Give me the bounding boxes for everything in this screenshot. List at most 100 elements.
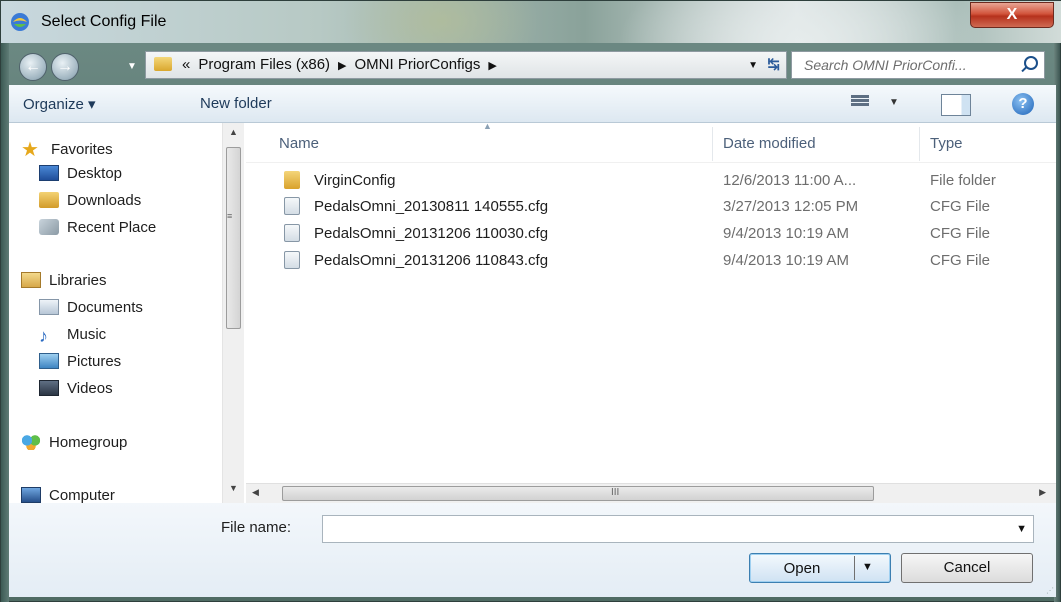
file-name: VirginConfig (314, 172, 396, 189)
nav-item-label: Pictures (67, 353, 122, 370)
breadcrumb-separator-icon[interactable]: ▶ (488, 60, 496, 72)
address-dropdown-icon[interactable]: ▼ (748, 53, 758, 79)
nav-item-music[interactable]: ♪ Music (39, 326, 106, 348)
preview-pane-icon[interactable] (941, 94, 971, 116)
file-name-dropdown-icon[interactable]: ▼ (1016, 523, 1027, 535)
nav-item-desktop[interactable]: Desktop (39, 165, 122, 187)
nav-item-pictures[interactable]: Pictures (39, 353, 121, 375)
file-type: CFG File (930, 225, 990, 242)
nav-pane-scrollbar[interactable]: ▲ ≡ ▼ (222, 123, 244, 503)
command-bar: Organize ▾ New folder ▼ ? (9, 85, 1056, 123)
nav-scroll-thumb[interactable] (226, 147, 241, 329)
nav-item-downloads[interactable]: Downloads (39, 192, 141, 214)
new-folder-button[interactable]: New folder (200, 95, 272, 112)
file-row-cfg-1[interactable]: PedalsOmni_20130811 140555.cfg 3/27/2013… (246, 193, 1056, 219)
split-divider (854, 556, 855, 580)
libraries-icon (21, 272, 41, 288)
search-placeholder: Search OMNI PriorConfi... (804, 57, 967, 73)
videos-icon (39, 380, 59, 396)
search-icon[interactable] (1024, 56, 1038, 70)
file-type: CFG File (930, 198, 990, 215)
dialog-footer: File name: ▼ Open ▼ Cancel ⋰ (9, 503, 1056, 597)
desktop-icon (39, 165, 59, 181)
refresh-icon[interactable]: ↹ (767, 52, 780, 78)
nav-item-documents[interactable]: Documents (39, 299, 143, 321)
file-name: PedalsOmni_20131206 110843.cfg (314, 252, 549, 269)
scroll-up-arrow-icon[interactable]: ▲ (229, 127, 238, 137)
address-row: ← → ▼ « Program Files (x86) ▶ OMNI PriorCon… (9, 43, 1056, 85)
horizontal-scroll-thumb[interactable]: III (282, 486, 874, 501)
downloads-icon (39, 192, 59, 208)
forward-button[interactable]: → (51, 53, 79, 81)
breadcrumb-item-program-files[interactable]: Program Files (x86) (198, 56, 330, 73)
breadcrumb-separator-icon[interactable]: ▶ (338, 60, 346, 72)
nav-item-label: Favorites (51, 141, 113, 158)
column-header-type[interactable]: Type (930, 135, 963, 152)
sort-ascending-icon: ▲ (483, 121, 492, 131)
file-row-virginconfig[interactable]: VirginConfig 12/6/2013 11:00 A... File f… (246, 167, 1056, 193)
file-row-cfg-2[interactable]: PedalsOmni_20131206 110030.cfg 9/4/2013 … (246, 220, 1056, 246)
navigation-pane: ★ Favorites Desktop Downloads Recent Plac… (9, 123, 244, 504)
back-button[interactable]: ← (19, 53, 47, 81)
main-area: ★ Favorites Desktop Downloads Recent Plac… (9, 121, 1056, 504)
nav-item-homegroup[interactable]: Homegroup (21, 434, 127, 456)
open-options-dropdown-icon[interactable]: ▼ (862, 561, 873, 573)
nav-item-label: Homegroup (49, 434, 128, 451)
file-list-horizontal-scrollbar[interactable]: ◀ III ▶ (246, 483, 1056, 503)
file-date: 3/27/2013 12:05 PM (723, 198, 859, 215)
nav-item-label: Downloads (67, 192, 142, 209)
back-arrow-icon: ← (25, 58, 41, 75)
file-type: CFG File (930, 252, 990, 269)
breadcrumb[interactable]: «Program Files (x86) ▶ OMNI PriorConfigs ▶ … (145, 51, 787, 79)
organize-menu-button[interactable]: Organize ▾ (23, 95, 96, 113)
title-bar[interactable]: Select Config File X (1, 1, 1061, 43)
scroll-grip-icon: ≡ (227, 211, 233, 221)
scroll-right-arrow-icon[interactable]: ▶ (1039, 487, 1046, 498)
homegroup-icon (21, 434, 41, 450)
cfg-file-icon (284, 251, 300, 269)
column-header-name[interactable]: Name (279, 135, 319, 152)
nav-item-libraries[interactable]: Libraries (21, 272, 107, 294)
scroll-grip: III (611, 487, 620, 498)
scroll-left-arrow-icon[interactable]: ◀ (252, 487, 259, 498)
file-name: PedalsOmni_20130811 140555.cfg (314, 198, 549, 215)
cfg-file-icon (284, 197, 300, 215)
column-header-row: ▲ Name Date modified Type (246, 121, 1056, 163)
app-icon (11, 13, 29, 31)
pictures-icon (39, 353, 59, 369)
open-button-label: Open (783, 560, 821, 577)
documents-icon (39, 299, 59, 315)
nav-item-label: Documents (67, 299, 143, 316)
open-button[interactable]: Open ▼ (749, 553, 891, 583)
nav-item-recent-places[interactable]: Recent Place (39, 219, 156, 241)
cancel-button[interactable]: Cancel (901, 553, 1033, 583)
file-row-cfg-3[interactable]: PedalsOmni_20131206 110843.cfg 9/4/2013 … (246, 247, 1056, 273)
nav-item-videos[interactable]: Videos (39, 380, 113, 402)
nav-item-label: Videos (67, 380, 113, 397)
help-icon[interactable]: ? (1012, 93, 1034, 115)
scroll-down-arrow-icon[interactable]: ▼ (229, 483, 238, 493)
recent-places-icon (39, 219, 59, 235)
column-divider[interactable] (712, 127, 713, 161)
change-view-icon[interactable] (851, 94, 869, 110)
column-header-date-modified[interactable]: Date modified (723, 135, 816, 152)
forward-arrow-icon: → (57, 58, 73, 75)
nav-item-favorites[interactable]: ★ Favorites (21, 137, 113, 161)
file-name-input[interactable]: ▼ (322, 515, 1034, 543)
close-button[interactable]: X (970, 2, 1054, 28)
breadcrumb-overflow[interactable]: « (182, 56, 190, 73)
folder-icon (154, 57, 172, 71)
file-type: File folder (930, 172, 996, 189)
nav-item-label: Desktop (67, 165, 123, 182)
window-frame-left (1, 1, 9, 602)
breadcrumb-item-omni-priorconfigs[interactable]: OMNI PriorConfigs (355, 56, 481, 73)
resize-grip-icon[interactable]: ⋰ (1046, 586, 1054, 595)
recent-pages-dropdown-icon[interactable]: ▼ (127, 61, 137, 72)
view-options-dropdown-icon[interactable]: ▼ (889, 97, 899, 108)
column-divider[interactable] (919, 127, 920, 161)
window-title: Select Config File (41, 13, 167, 30)
music-icon: ♪ (39, 326, 48, 346)
search-input[interactable]: Search OMNI PriorConfi... (791, 51, 1045, 79)
cfg-file-icon (284, 224, 300, 242)
file-date: 12/6/2013 11:00 A... (723, 172, 857, 189)
